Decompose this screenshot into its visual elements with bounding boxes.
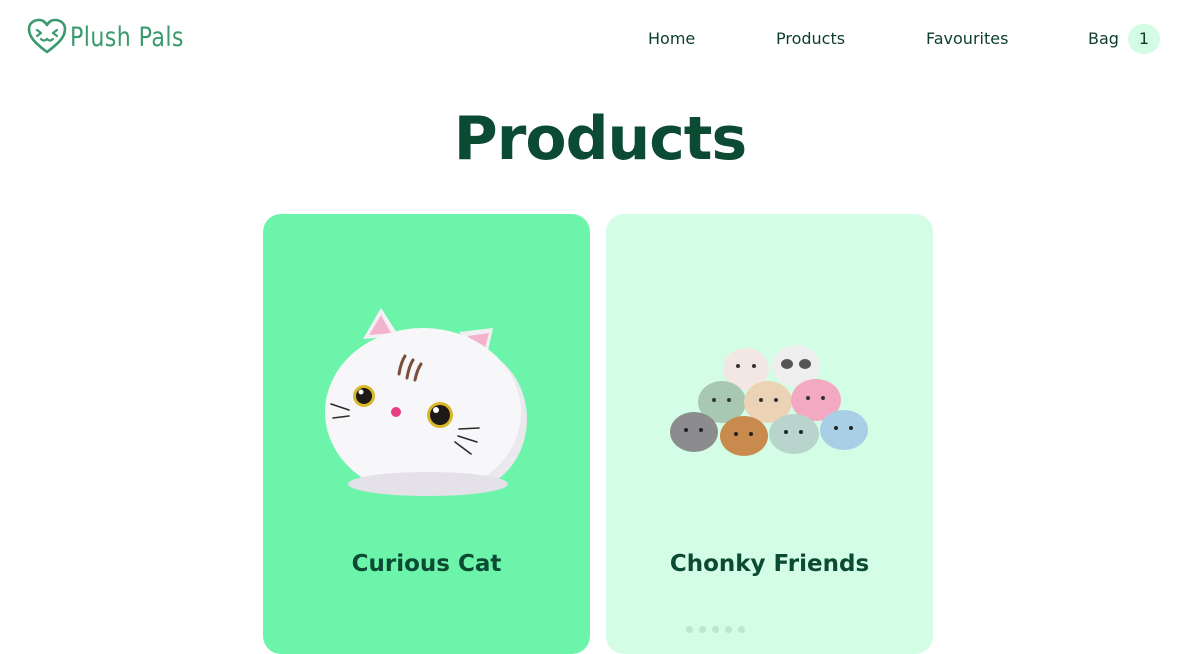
- heart-face-icon: [27, 18, 67, 54]
- nav-home-link[interactable]: Home: [648, 29, 695, 48]
- bag-count-badge[interactable]: 1: [1128, 24, 1160, 54]
- nav-bag-link[interactable]: Bag: [1088, 29, 1119, 48]
- nav-products-link[interactable]: Products: [776, 29, 845, 48]
- brand-logo[interactable]: Plush Pals: [27, 18, 209, 56]
- nav-favourites-link[interactable]: Favourites: [926, 29, 1008, 48]
- white-cat-plush-image: [325, 308, 527, 496]
- brand-name: Plush Pals: [70, 21, 184, 53]
- page-title: Products: [453, 104, 747, 174]
- product-name: Chonky Friends: [669, 551, 870, 577]
- product-card-chonky-friends[interactable]: Chonky Friends: [606, 214, 933, 654]
- animal-plush-pile-image: [670, 345, 868, 456]
- product-name: Curious Cat: [351, 551, 502, 577]
- top-nav-bar: Plush Pals Home Products Favourites Bag …: [0, 0, 1200, 80]
- product-card-curious-cat[interactable]: Curious Cat: [263, 214, 590, 654]
